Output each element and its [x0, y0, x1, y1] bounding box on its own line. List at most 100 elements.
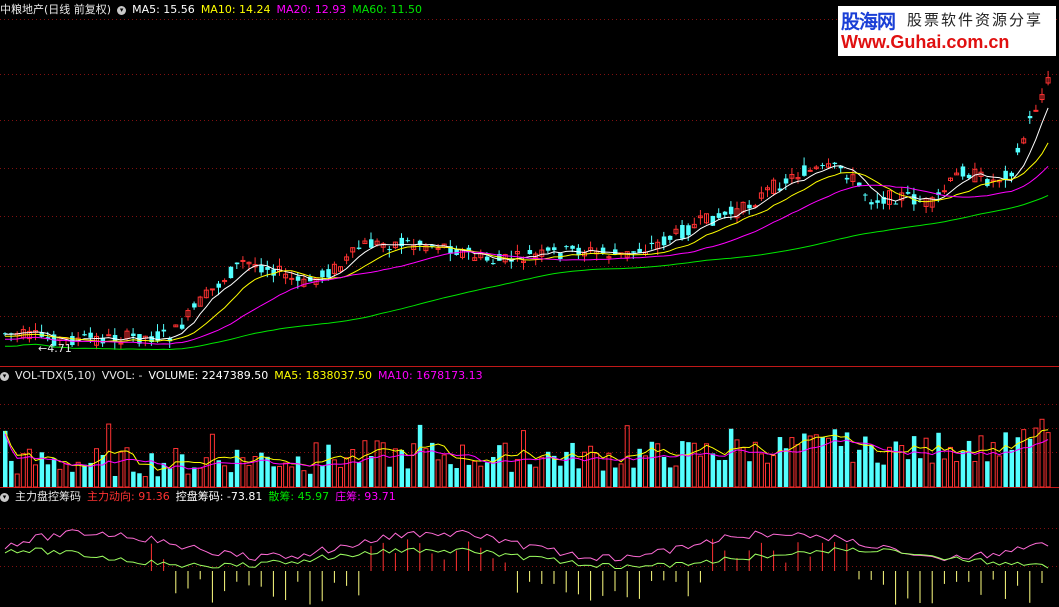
candle-body [832, 162, 838, 165]
volume-bar [112, 475, 118, 487]
candle-body [564, 246, 569, 248]
kline-chart[interactable] [0, 0, 1059, 607]
volume-bar [771, 455, 777, 488]
volume-label: VOLUME: 2247389.50 [148, 369, 269, 382]
volume-bar [813, 434, 819, 488]
volume-bar [271, 466, 276, 487]
ma5-label: MA5: 15.56 [132, 3, 195, 16]
volume-bar [472, 460, 478, 488]
candle-body [179, 324, 185, 329]
volume-bar [70, 471, 75, 487]
volume-bar [14, 473, 20, 488]
volume-bar [905, 459, 911, 487]
volume-bar [39, 452, 45, 487]
volume-bar [570, 442, 575, 487]
volume-bar [869, 445, 874, 487]
volume-bar [1021, 429, 1027, 488]
watermark-slogan: 股票软件资源分享 [907, 11, 1044, 29]
candle-body [710, 215, 716, 226]
stock-title: 中粮地产(日线 前复权) [0, 3, 112, 16]
volume-bar [722, 459, 728, 487]
min-price-label: ←4.71 [38, 342, 72, 355]
candle-body [905, 192, 911, 194]
candle-body [844, 177, 850, 180]
volume-bar [643, 455, 648, 488]
volume-bar [789, 437, 795, 488]
volume-bar [996, 455, 1002, 488]
volume-bar [618, 463, 624, 488]
indicator-name: 主力盘控筹码 [15, 490, 81, 503]
candle-body [747, 204, 752, 209]
min-price-value: 4.71 [47, 342, 72, 355]
volume-bar [179, 454, 185, 487]
volume-bar [216, 460, 221, 487]
volume-bar [552, 455, 557, 487]
candle-body [552, 247, 557, 251]
vvol-label: VVOL: - [101, 369, 143, 382]
volume-bar [576, 468, 581, 487]
volume-bar [45, 464, 51, 487]
ma10-line [5, 142, 1049, 343]
candle-body [631, 251, 636, 253]
volume-bar [222, 465, 228, 488]
vol-ma10-label: MA10: 1678173.13 [377, 369, 483, 382]
candle-body [228, 266, 234, 279]
volume-bar [863, 436, 868, 487]
candle-body [369, 239, 374, 248]
volume-bar [75, 461, 81, 488]
volume-bar [118, 451, 124, 488]
volume-bar [192, 467, 197, 487]
volume-bar [338, 466, 343, 488]
volume-bar [929, 462, 935, 488]
candle-body [680, 225, 685, 239]
main-force-label: 主力动向: 91.36 [87, 490, 170, 503]
volume-bar [454, 468, 459, 487]
candle-body [686, 225, 691, 236]
volume-options-icon[interactable]: ▾ [0, 371, 9, 381]
candle-body [265, 267, 270, 270]
volume-bar [484, 462, 490, 487]
indicator-options-icon[interactable]: ▾ [0, 492, 9, 502]
volume-bar [173, 447, 179, 488]
volume-bar [893, 441, 899, 487]
volume-bar [911, 436, 917, 487]
ma60-line [5, 194, 1049, 351]
volume-bar [94, 448, 99, 488]
volume-bar [240, 457, 246, 488]
candle-body [240, 259, 246, 262]
volume-bar [704, 443, 709, 488]
panel-options-icon[interactable]: ▾ [117, 5, 127, 15]
watermark-url: Www.Guhai.com.cn [841, 32, 1010, 52]
candle-body [295, 276, 301, 281]
volume-bar [497, 445, 502, 487]
candle-body [387, 249, 392, 251]
volume-bar [631, 467, 636, 487]
retail-label: 散筹: 45.97 [268, 490, 330, 503]
volume-bar [106, 423, 112, 488]
candle-body [88, 332, 93, 338]
volume-bar [387, 466, 392, 487]
vol-ma5-label: MA5: 1838037.50 [274, 369, 372, 382]
volume-bar [326, 444, 331, 487]
volume-bar [716, 460, 722, 487]
volume-bar [747, 461, 752, 487]
candle-body [1033, 109, 1039, 112]
candle-body [209, 288, 215, 291]
volume-bar [697, 455, 703, 488]
volume-bar [430, 442, 435, 487]
volume-bar [533, 466, 539, 488]
volume-bar [972, 460, 978, 488]
volume-bar [881, 464, 886, 487]
candle-body [234, 262, 240, 265]
volume-bar [82, 464, 87, 487]
candle-body [1015, 147, 1021, 153]
candle-body [1027, 116, 1033, 119]
candle-body [289, 277, 295, 280]
volume-bar [399, 449, 404, 487]
volume-bar [826, 437, 831, 488]
volume-bar [380, 442, 386, 488]
volume-bar [142, 476, 148, 488]
candle-body [1003, 170, 1008, 180]
candle-body [722, 211, 728, 215]
volume-bar [369, 455, 374, 487]
